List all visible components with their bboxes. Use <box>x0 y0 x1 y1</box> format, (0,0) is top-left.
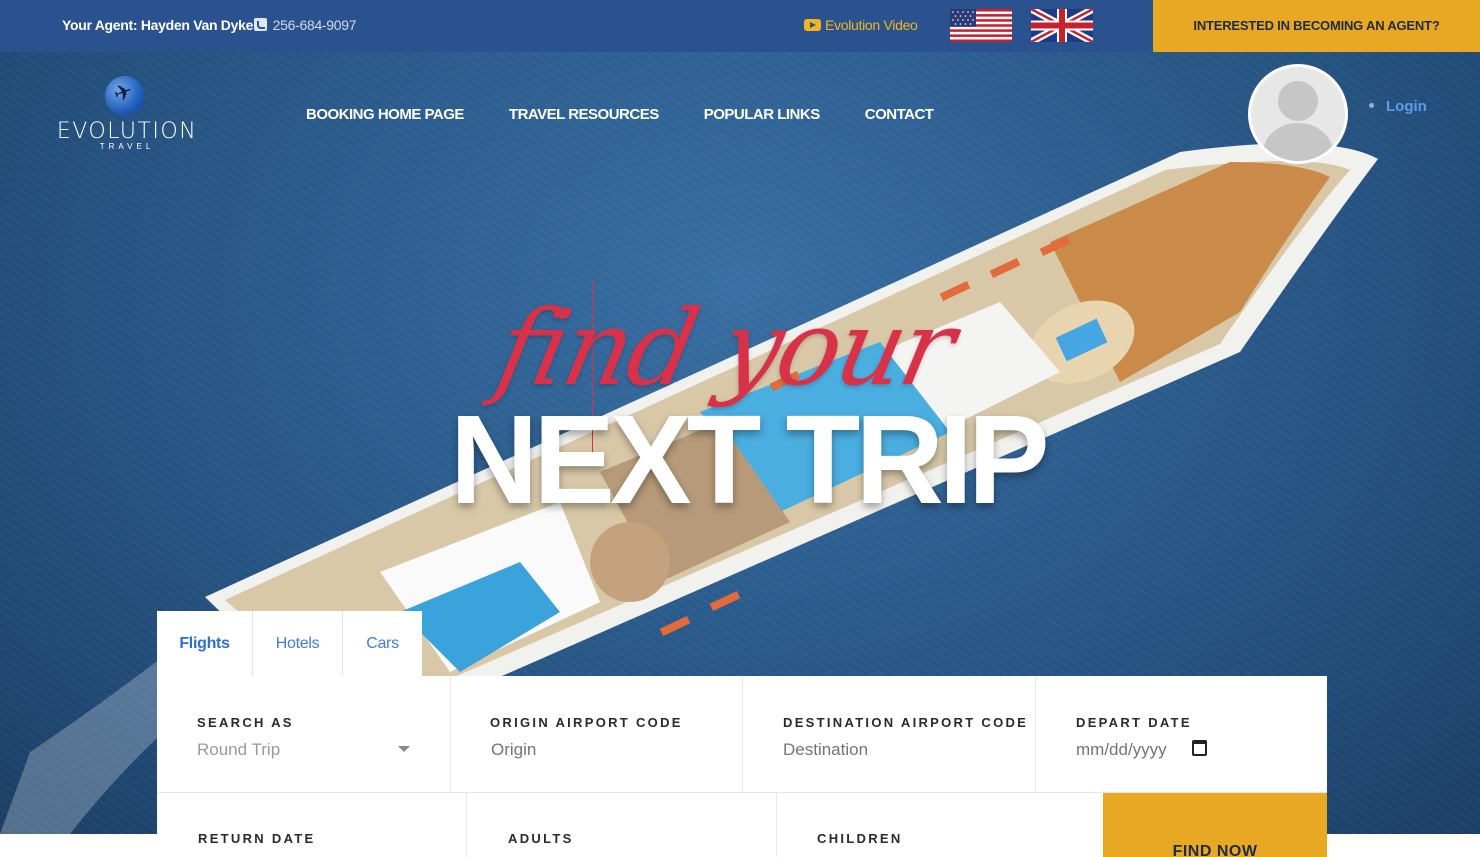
main-nav: BOOKING HOME PAGE TRAVEL RESOURCES POPUL… <box>306 106 934 123</box>
logo-name: EVOLUTION <box>56 119 198 144</box>
uk-flag-icon[interactable] <box>1031 9 1093 42</box>
globe-plane-icon <box>105 76 145 116</box>
top-bar: Your Agent: Hayden Van Dyke 256-684-9097… <box>0 0 1480 52</box>
youtube-icon <box>804 19 821 31</box>
login-link[interactable]: Login <box>1369 98 1427 115</box>
search-row-2: RETURN DATE ADULTS CHILDREN FIND NOW <box>157 793 1327 857</box>
adults-label: ADULTS <box>508 831 574 846</box>
become-agent-button[interactable]: INTERESTED IN BECOMING AN AGENT? <box>1153 0 1480 52</box>
nav-contact[interactable]: CONTACT <box>865 106 934 123</box>
destination-field: DESTINATION AIRPORT CODE <box>743 676 1036 793</box>
nav-popular-links[interactable]: POPULAR LINKS <box>704 106 821 123</box>
search-row-1: SEARCH AS Round Trip ORIGIN AIRPORT CODE… <box>157 676 1327 793</box>
tab-cars[interactable]: Cars <box>343 611 422 676</box>
evolution-video-label: Evolution Video <box>825 17 918 33</box>
agent-info: Your Agent: Hayden Van Dyke 256-684-9097 <box>62 17 357 33</box>
flight-search-form: SEARCH AS Round Trip ORIGIN AIRPORT CODE… <box>157 676 1327 857</box>
search-as-select[interactable]: Round Trip <box>197 740 280 760</box>
avatar-head <box>1278 81 1318 121</box>
avatar-body <box>1263 123 1333 161</box>
destination-label: DESTINATION AIRPORT CODE <box>783 715 1029 730</box>
phone-icon <box>254 18 268 31</box>
chevron-down-icon <box>398 746 410 752</box>
agent-name: Your Agent: Hayden Van Dyke <box>62 17 254 33</box>
us-flag-icon[interactable] <box>950 9 1012 42</box>
login-label: Login <box>1386 98 1427 115</box>
tab-flights[interactable]: Flights <box>157 611 253 676</box>
tab-hotels[interactable]: Hotels <box>253 611 343 676</box>
search-as-field[interactable]: SEARCH AS Round Trip <box>157 676 451 793</box>
return-date-label: RETURN DATE <box>198 831 316 846</box>
destination-input[interactable] <box>783 740 983 760</box>
search-tabs: Flights Hotels Cars <box>157 611 422 676</box>
find-now-button[interactable]: FIND NOW <box>1103 793 1327 857</box>
origin-field: ORIGIN AIRPORT CODE <box>451 676 743 793</box>
evolution-travel-logo[interactable]: EVOLUTION TRAVEL <box>42 76 212 152</box>
hero-script-text: find your <box>487 287 963 409</box>
depart-date-field: DEPART DATE <box>1036 676 1327 793</box>
depart-date-input[interactable] <box>1076 740 1196 760</box>
evolution-video-link[interactable]: Evolution Video <box>804 17 918 33</box>
agent-phone[interactable]: 256-684-9097 <box>273 17 357 33</box>
origin-label: ORIGIN AIRPORT CODE <box>490 715 683 730</box>
depart-date-label: DEPART DATE <box>1076 715 1192 730</box>
origin-input[interactable] <box>491 740 691 760</box>
children-field[interactable]: CHILDREN <box>777 793 1103 857</box>
adults-field[interactable]: ADULTS <box>467 793 777 857</box>
return-date-field[interactable]: RETURN DATE <box>157 793 467 857</box>
nav-travel-resources[interactable]: TRAVEL RESOURCES <box>509 106 659 123</box>
nav-booking-home-page[interactable]: BOOKING HOME PAGE <box>306 106 464 123</box>
children-label: CHILDREN <box>817 831 903 846</box>
calendar-icon[interactable] <box>1192 740 1207 756</box>
search-as-label: SEARCH AS <box>197 715 294 730</box>
bullet-icon <box>1369 103 1374 108</box>
avatar[interactable] <box>1248 64 1348 164</box>
logo-sub: TRAVEL <box>99 142 155 151</box>
